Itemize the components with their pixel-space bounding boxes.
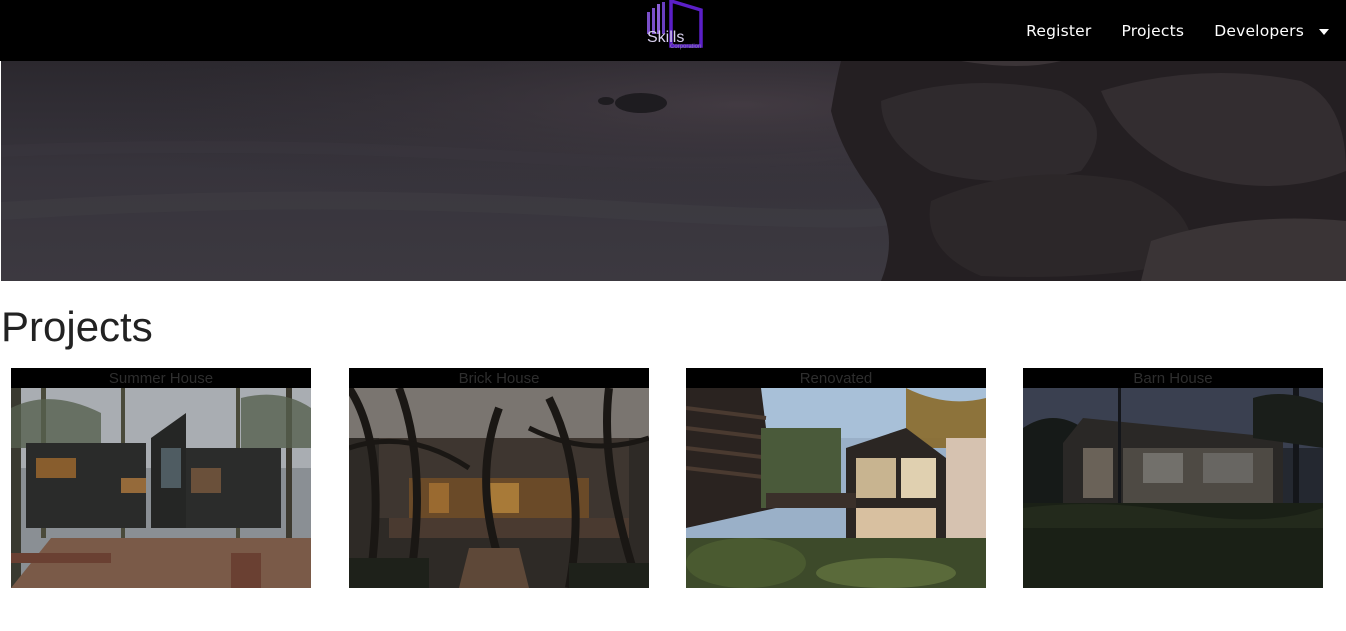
project-title: Renovated bbox=[686, 368, 986, 388]
project-card-summer-house[interactable]: Summer House bbox=[11, 368, 311, 588]
nav-projects-link[interactable]: Projects bbox=[1121, 22, 1184, 40]
nav-developers-link[interactable]: Developers bbox=[1214, 22, 1304, 40]
project-card-brick-house[interactable]: Brick House bbox=[349, 368, 649, 588]
logo-subtext: Corporation bbox=[670, 44, 702, 50]
project-card-barn-house[interactable]: Barn House bbox=[1023, 368, 1323, 588]
project-image bbox=[1023, 388, 1323, 588]
hero-image bbox=[1, 61, 1346, 281]
nav-register-link[interactable]: Register bbox=[1026, 22, 1091, 40]
skills-logo[interactable]: Skills Corporation bbox=[645, 0, 707, 52]
hero-banner bbox=[1, 61, 1346, 281]
project-title: Barn House bbox=[1023, 368, 1323, 388]
project-title: Brick House bbox=[349, 368, 649, 388]
project-card-renovated[interactable]: Renovated bbox=[686, 368, 986, 588]
project-image bbox=[349, 388, 649, 588]
navbar: Skills Corporation Register Projects Dev… bbox=[0, 0, 1346, 61]
project-image bbox=[11, 388, 311, 588]
nav-menu: Register Projects Developers bbox=[996, 0, 1329, 61]
page-title: Projects bbox=[1, 303, 153, 350]
project-image bbox=[686, 388, 986, 588]
project-title: Summer House bbox=[11, 368, 311, 388]
dropdown-caret-icon[interactable] bbox=[1319, 28, 1329, 35]
